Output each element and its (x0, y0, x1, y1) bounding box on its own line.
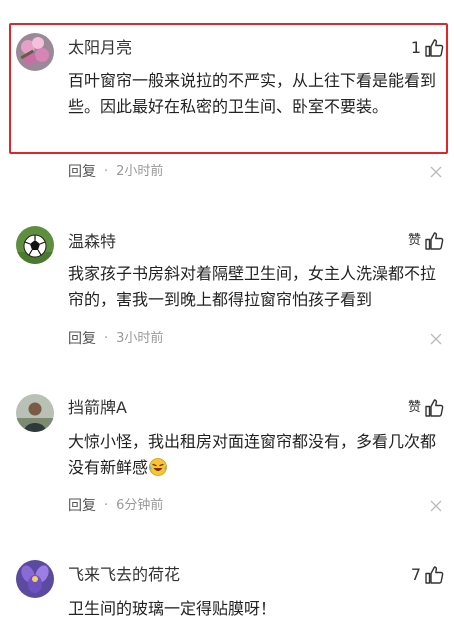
separator-dot: · (104, 331, 109, 346)
avatar[interactable] (16, 560, 54, 598)
reply-button[interactable]: 回复 (68, 330, 96, 348)
username[interactable]: 温森特 (68, 232, 116, 252)
like-button[interactable]: 赞 (408, 231, 444, 251)
thumbs-up-icon (424, 231, 444, 251)
comment-text: 我家孩子书房斜对着隔壁卫生间，女主人洗澡都不拉帘的，害我一到晚上都得拉窗帘怕孩子… (68, 264, 437, 309)
comment-text: 卫生间的玻璃一定得贴膜呀！ (68, 599, 277, 618)
close-icon[interactable] (430, 500, 442, 512)
separator-dot: · (104, 498, 109, 513)
comment-text: 大惊小怪，我出租房对面连窗帘都没有，多看几次都没有新鲜感 (68, 429, 440, 481)
like-label: 赞 (407, 400, 421, 415)
comment-meta: 回复 · 6分钟前 (68, 497, 163, 515)
comment-text-body: 大惊小怪，我出租房对面连窗帘都没有，多看几次都没有新鲜感 (68, 432, 437, 477)
avatar[interactable] (16, 394, 54, 432)
like-label: 赞 (407, 233, 421, 248)
timestamp: 2小时前 (116, 164, 164, 179)
separator-dot: · (104, 164, 109, 179)
reply-button[interactable]: 回复 (68, 163, 96, 181)
close-icon[interactable] (430, 333, 442, 345)
laughing-crying-emoji-icon (148, 457, 168, 477)
comment-meta: 回复 · 2小时前 (68, 163, 163, 181)
username[interactable]: 挡箭牌A (68, 398, 127, 418)
username[interactable]: 太阳月亮 (68, 38, 132, 58)
comment-text: 百叶窗帘一般来说拉的不严实，从上往下看是能看到些。因此最好在私密的卫生间、卧室不… (68, 71, 437, 116)
reply-button[interactable]: 回复 (68, 497, 96, 515)
like-count: 7 (410, 565, 421, 584)
avatar[interactable] (16, 226, 54, 264)
thumbs-up-icon (424, 565, 444, 585)
timestamp: 6分钟前 (116, 498, 164, 513)
like-button[interactable]: 1 (411, 38, 444, 58)
like-button[interactable]: 赞 (408, 398, 444, 418)
avatar[interactable] (16, 33, 54, 71)
comment-meta: 回复 · 3小时前 (68, 330, 163, 348)
like-count: 1 (410, 38, 421, 57)
thumbs-up-icon (424, 398, 444, 418)
close-icon[interactable] (430, 166, 442, 178)
like-button[interactable]: 7 (411, 565, 444, 585)
timestamp: 3小时前 (116, 331, 164, 346)
thumbs-up-icon (424, 38, 444, 58)
username[interactable]: 飞来飞去的荷花 (68, 565, 180, 585)
